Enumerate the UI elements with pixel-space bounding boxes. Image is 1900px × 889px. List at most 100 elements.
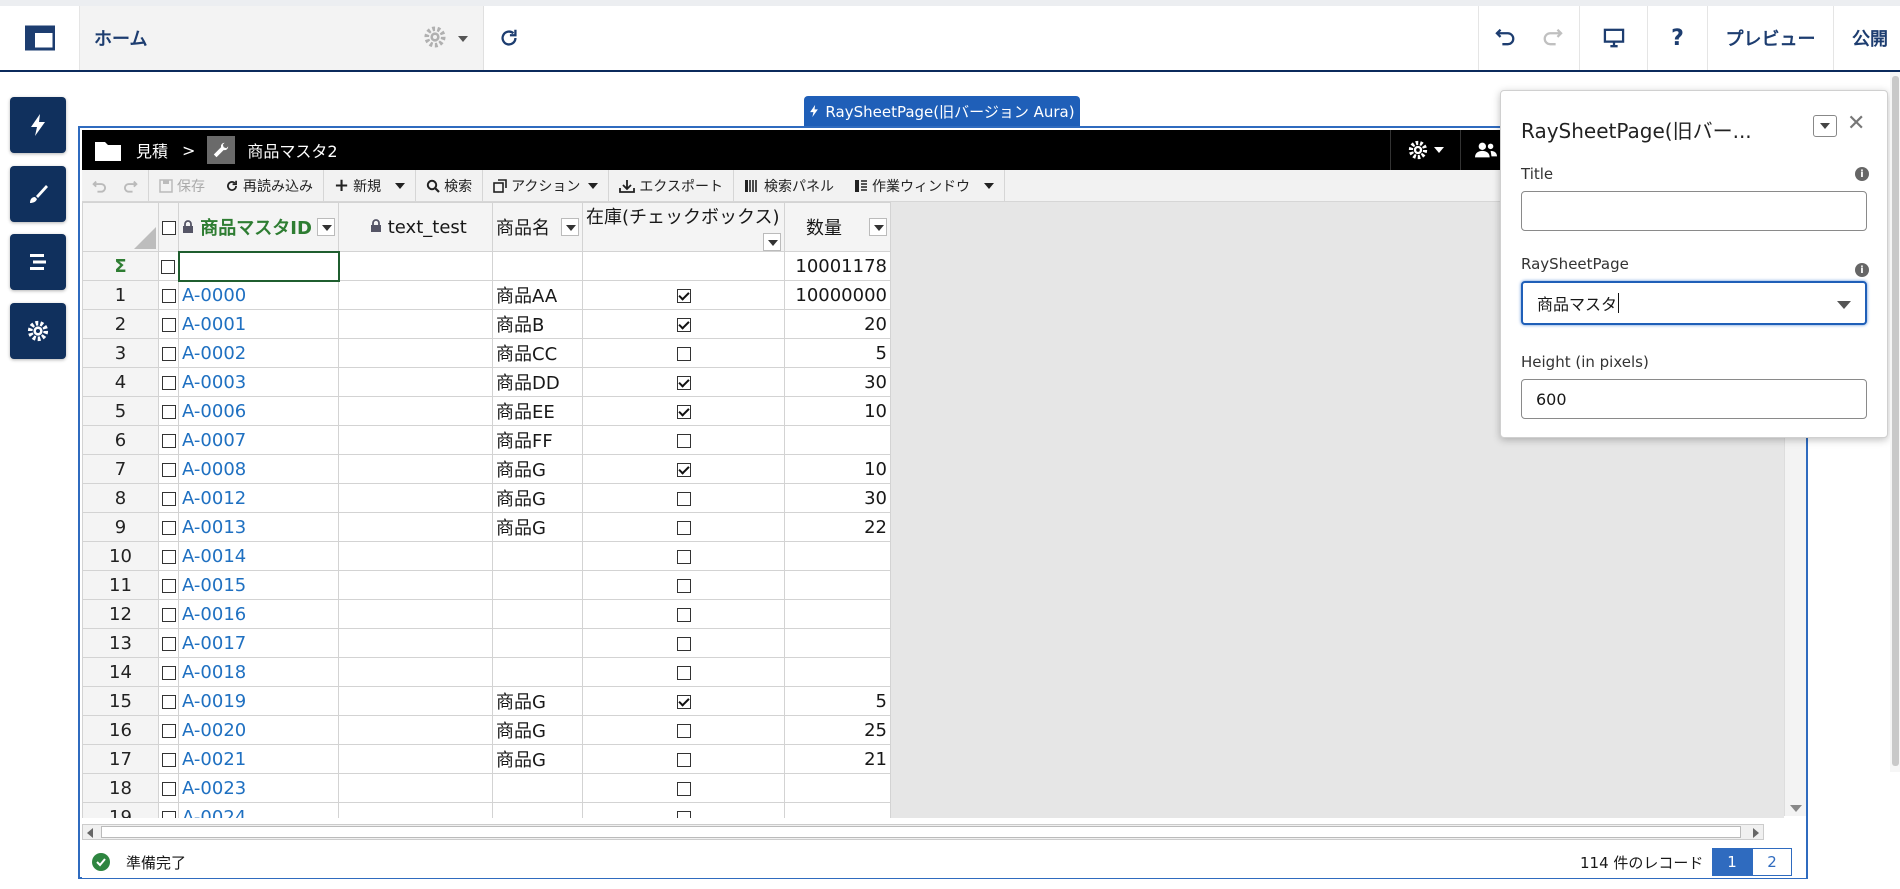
export-button[interactable]: エクスポート [609, 169, 734, 202]
stock-checkbox-cell[interactable] [582, 628, 785, 658]
quantity-cell[interactable] [784, 599, 891, 629]
text-test-cell[interactable] [338, 628, 493, 658]
row-select-checkbox-cell[interactable] [158, 715, 179, 745]
stock-checkbox[interactable] [676, 810, 691, 818]
product-id-link[interactable]: A-0006 [178, 396, 339, 426]
table-row[interactable]: 16 A-0020 商品G 25 [82, 715, 891, 745]
row-number[interactable]: 15 [82, 686, 159, 716]
row-select-checkbox-cell[interactable] [158, 773, 179, 803]
stock-checkbox-cell[interactable] [582, 338, 785, 368]
product-id-link[interactable]: A-0015 [178, 570, 339, 600]
product-id-link[interactable]: A-0000 [178, 280, 339, 310]
undo-icon[interactable] [92, 179, 108, 193]
text-test-cell[interactable] [338, 541, 493, 571]
product-id-link[interactable]: A-0017 [178, 628, 339, 658]
row-select-checkbox-cell[interactable] [158, 541, 179, 571]
text-test-cell[interactable] [338, 512, 493, 542]
row-select-checkbox[interactable] [161, 810, 176, 818]
refresh-button[interactable] [484, 6, 534, 70]
text-test-cell[interactable] [338, 657, 493, 687]
raysheet-combobox[interactable]: 商品マスタ [1521, 281, 1867, 325]
structure-button[interactable] [10, 234, 66, 290]
redo-icon[interactable] [1541, 26, 1563, 50]
stock-checkbox-cell[interactable] [582, 483, 785, 513]
table-row[interactable]: 18 A-0023 [82, 773, 891, 803]
row-select-checkbox[interactable] [161, 578, 176, 593]
stock-checkbox[interactable] [676, 288, 691, 303]
text-test-cell[interactable] [338, 599, 493, 629]
quantity-cell[interactable]: 5 [784, 338, 891, 368]
desktop-view-button[interactable] [1580, 6, 1648, 70]
breadcrumb-parent[interactable]: 見積 [136, 138, 168, 162]
stock-checkbox[interactable] [676, 636, 691, 651]
stock-checkbox[interactable] [676, 404, 691, 419]
product-id-link[interactable]: A-0019 [178, 686, 339, 716]
stock-checkbox-cell[interactable] [582, 744, 785, 774]
product-id-link[interactable]: A-0020 [178, 715, 339, 745]
table-row[interactable]: 6 A-0007 商品FF [82, 425, 891, 455]
theme-button[interactable] [10, 166, 66, 222]
row-select-checkbox-cell[interactable] [158, 309, 179, 339]
row-select-checkbox-cell[interactable] [158, 628, 179, 658]
row-select-checkbox-cell[interactable] [158, 512, 179, 542]
select-all-checkbox[interactable] [161, 220, 176, 235]
table-row[interactable]: 8 A-0012 商品G 30 [82, 483, 891, 513]
preview-button[interactable]: プレビュー [1708, 6, 1834, 70]
checkbox[interactable] [161, 259, 176, 274]
stock-checkbox[interactable] [676, 346, 691, 361]
stock-checkbox[interactable] [676, 723, 691, 738]
product-name-cell[interactable]: 商品EE [492, 396, 583, 426]
row-number[interactable]: 18 [82, 773, 159, 803]
row-number[interactable]: 13 [82, 628, 159, 658]
scroll-thumb[interactable] [101, 826, 1741, 838]
row-select-checkbox[interactable] [161, 694, 176, 709]
row-number[interactable]: 10 [82, 541, 159, 571]
quantity-cell[interactable]: 10000000 [784, 280, 891, 310]
row-select-checkbox[interactable] [161, 346, 176, 361]
stock-checkbox-cell[interactable] [582, 454, 785, 484]
product-id-link[interactable]: A-0008 [178, 454, 339, 484]
stock-checkbox-cell[interactable] [582, 512, 785, 542]
product-name-cell[interactable] [492, 628, 583, 658]
header-checkbox-cell[interactable] [158, 202, 179, 252]
column-menu-button[interactable] [561, 218, 579, 236]
row-select-checkbox-cell[interactable] [158, 802, 179, 818]
column-header-stock[interactable]: 在庫(チェックボックス) [582, 202, 785, 252]
help-button[interactable]: ? [1648, 6, 1708, 70]
product-id-link[interactable]: A-0021 [178, 744, 339, 774]
active-cell[interactable] [177, 250, 340, 282]
row-select-checkbox-cell[interactable] [158, 744, 179, 774]
product-id-link[interactable]: A-0018 [178, 657, 339, 687]
row-select-checkbox[interactable] [161, 723, 176, 738]
search-button[interactable]: 検索 [416, 169, 484, 202]
stock-checkbox[interactable] [676, 694, 691, 709]
corner-cell[interactable] [82, 202, 159, 252]
product-id-link[interactable]: A-0003 [178, 367, 339, 397]
stock-checkbox[interactable] [676, 752, 691, 767]
grid-cell[interactable] [338, 251, 493, 281]
page-button-2[interactable]: 2 [1752, 848, 1792, 876]
row-number[interactable]: 6 [82, 425, 159, 455]
undo-icon[interactable] [1495, 26, 1517, 50]
stock-checkbox[interactable] [676, 520, 691, 535]
chevron-down-icon[interactable] [1837, 301, 1851, 309]
app-menu-button[interactable] [0, 6, 80, 70]
row-select-checkbox-cell[interactable] [158, 425, 179, 455]
stock-checkbox[interactable] [676, 781, 691, 796]
reload-button[interactable]: 再読み込み [215, 169, 324, 202]
table-row[interactable]: 12 A-0016 [82, 599, 891, 629]
grid-settings-button[interactable] [1390, 130, 1460, 170]
action-button[interactable]: アクション [483, 169, 610, 202]
product-id-link[interactable]: A-0023 [178, 773, 339, 803]
product-name-cell[interactable] [492, 773, 583, 803]
text-test-cell[interactable] [338, 338, 493, 368]
product-id-link[interactable]: A-0016 [178, 599, 339, 629]
row-number[interactable]: 9 [82, 512, 159, 542]
column-header-quantity[interactable]: 数量 [784, 202, 891, 252]
text-test-cell[interactable] [338, 570, 493, 600]
product-name-cell[interactable]: 商品FF [492, 425, 583, 455]
product-name-cell[interactable]: 商品B [492, 309, 583, 339]
quantity-cell[interactable]: 25 [784, 715, 891, 745]
table-row[interactable]: 2 A-0001 商品B 20 [82, 309, 891, 339]
table-row[interactable]: 9 A-0013 商品G 22 [82, 512, 891, 542]
